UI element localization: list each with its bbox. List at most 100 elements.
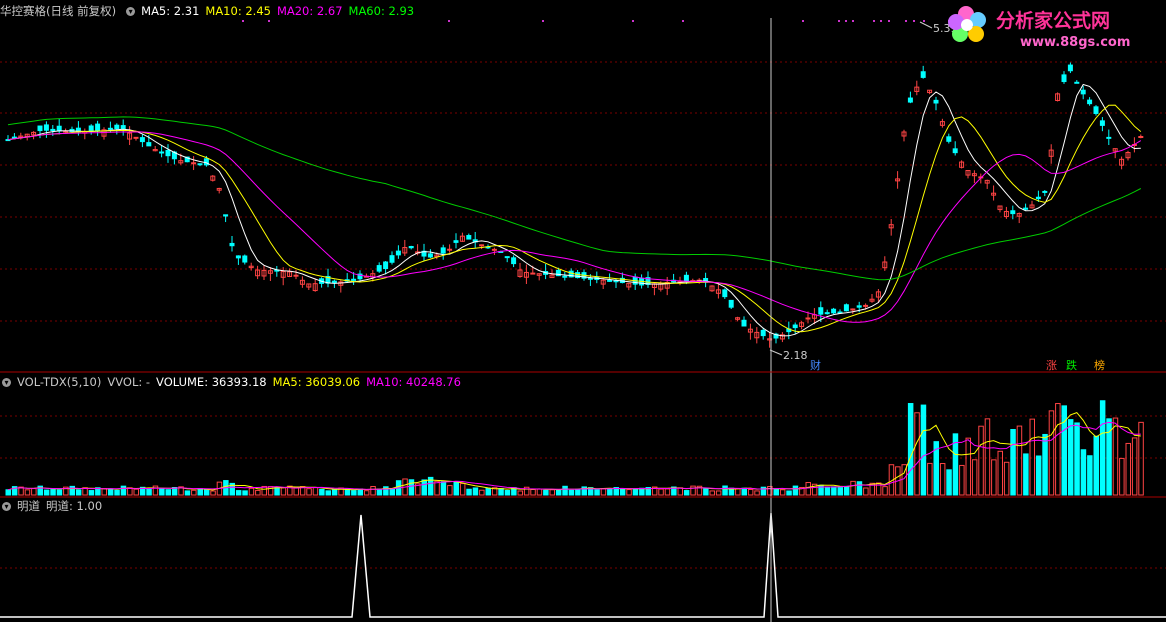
chevron-down-icon[interactable]: ▾ [2, 378, 11, 387]
volume-bar [325, 490, 331, 496]
volume-bar [741, 487, 747, 496]
candle [831, 308, 837, 314]
candle [511, 257, 517, 265]
site-logo: 分析家公式网 www.88gs.com [948, 2, 1158, 52]
candle [805, 317, 811, 320]
candle [95, 123, 101, 131]
chevron-down-icon[interactable]: ▾ [126, 7, 136, 16]
volume-bar [1074, 422, 1080, 496]
volume-bar [991, 459, 997, 496]
volume-bar [319, 488, 325, 496]
candle [440, 247, 446, 254]
candle [223, 214, 229, 217]
candle [607, 279, 613, 282]
volume-bar [965, 437, 971, 496]
volume-bar [1067, 419, 1074, 496]
candle [351, 278, 357, 281]
chevron-down-icon[interactable]: ▾ [2, 502, 11, 511]
volume-bar [159, 488, 165, 496]
candle [933, 99, 939, 104]
volume-bar [792, 485, 799, 496]
volume-bar [1029, 418, 1035, 496]
candle [453, 240, 459, 243]
volume-bar [555, 489, 562, 496]
volume-bar [735, 488, 741, 496]
volume-bar [351, 490, 357, 496]
indicator-title[interactable]: 明道 [17, 499, 40, 513]
volume-bar [946, 469, 952, 496]
candle [56, 125, 62, 132]
candle [408, 245, 414, 249]
volume-bar [632, 488, 639, 496]
vol-indicator-title[interactable]: VOL-TDX(5,10) [17, 375, 101, 389]
candle [907, 97, 913, 103]
finance-badge[interactable]: 财 [810, 358, 821, 372]
ma10-label: MA10: 2.45 [205, 4, 271, 18]
volume-bar [690, 485, 696, 496]
volume-bar [357, 488, 363, 496]
volume-bar [786, 490, 792, 496]
candle [383, 261, 389, 270]
volume-bar [1016, 425, 1023, 496]
volume-bar [453, 482, 459, 496]
mingdao-indicator-line [0, 512, 1166, 618]
top-marker-dots [242, 20, 960, 22]
volume-bar [837, 487, 843, 496]
volume-bar [376, 488, 383, 496]
candle [722, 289, 728, 298]
candle [376, 265, 382, 272]
volume-bar [24, 489, 31, 496]
volume-bar [43, 489, 50, 496]
stock-title[interactable]: 华控赛格(日线 前复权) [0, 4, 116, 18]
candle [1138, 136, 1144, 138]
candle [114, 124, 120, 130]
volume-bar [754, 490, 760, 496]
volume-bar [88, 490, 95, 496]
volume-bar [120, 485, 127, 496]
volume-bar [447, 485, 453, 496]
volume-bar [677, 487, 683, 496]
volume-bar [370, 485, 376, 496]
candle [37, 125, 43, 132]
ma60-label: MA60: 2.93 [348, 4, 415, 18]
candle [395, 250, 401, 256]
die-badge[interactable]: 跌 [1066, 358, 1077, 372]
candle [1087, 99, 1093, 105]
volume-bar [978, 425, 984, 496]
candle [920, 71, 926, 78]
chart-canvas: 5.39 2.18 财 涨 跌 榜 [0, 18, 1166, 622]
candle [427, 253, 433, 258]
logo-name: 分析家公式网 [996, 9, 1110, 32]
zhang-badge[interactable]: 涨 [1046, 359, 1057, 372]
volume-label: VOLUME: 36393.18 [156, 375, 267, 389]
volume-bar [75, 489, 82, 496]
volume-bar [5, 489, 11, 496]
candle [843, 304, 849, 312]
volume-bar [639, 487, 645, 496]
candle [139, 137, 145, 143]
candle [850, 308, 856, 311]
candle [63, 130, 69, 133]
volume-bar [722, 485, 728, 496]
volume-bar [479, 489, 485, 496]
volume-bars [5, 400, 1144, 496]
volume-bar [824, 486, 831, 496]
moving-average-lines [7, 83, 1142, 337]
bang-badge[interactable]: 榜 [1094, 358, 1105, 372]
volume-bar [1138, 421, 1144, 496]
volume-bar [658, 488, 664, 496]
volume-bar [1035, 455, 1042, 496]
candle [120, 125, 126, 130]
volume-bar [549, 489, 555, 496]
volume-bar [434, 480, 440, 496]
candle [1093, 106, 1099, 114]
candle [107, 127, 113, 130]
volume-bar [1061, 405, 1067, 496]
volume-bar [575, 488, 581, 496]
volume-bar [683, 490, 690, 496]
volume-bar [1042, 433, 1048, 496]
volume-bar [210, 490, 216, 496]
volume-bar [920, 404, 927, 496]
volume-bar [1010, 428, 1016, 496]
candle [235, 255, 241, 259]
